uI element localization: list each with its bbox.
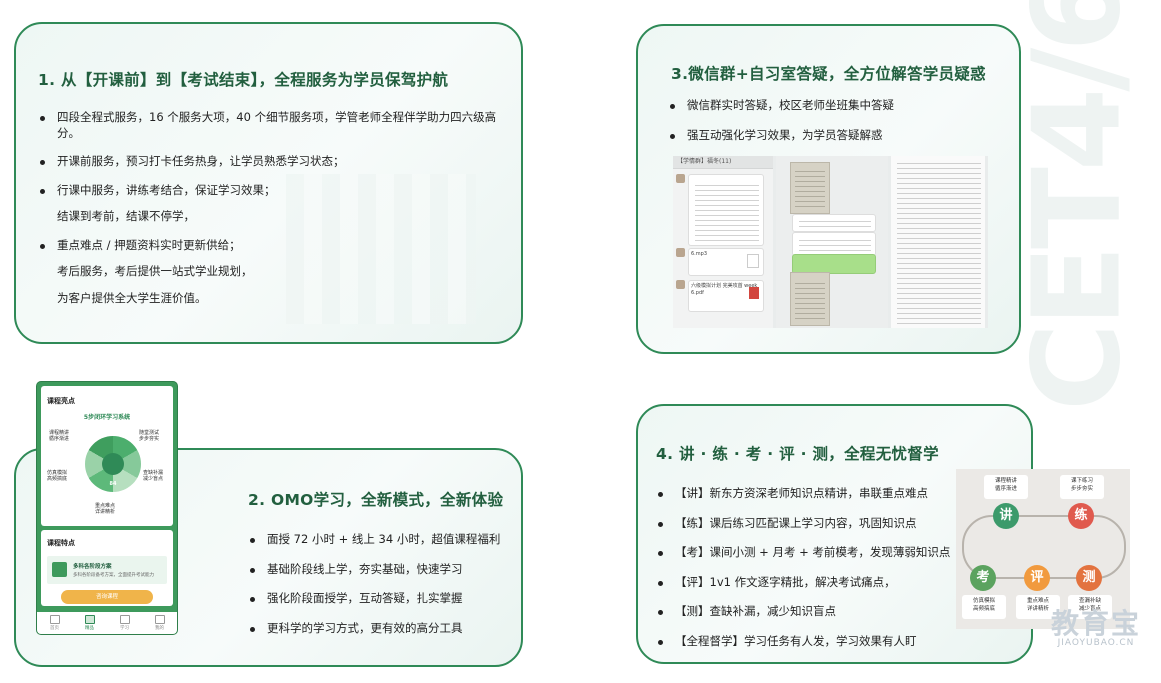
section-title: 课程特点: [47, 539, 75, 547]
list-item: 【讲】新东方资深老师知识点精讲，串联重点难点: [656, 486, 950, 502]
cycle-label: 课程精讲 循序渐进: [49, 430, 70, 443]
study-cycle-diagram: 课程精讲 循序渐进 课下练习 步步夯实 讲 练 考 评 测 仿真模拟 高频搞底 …: [956, 469, 1130, 629]
kao-node: 考: [970, 565, 996, 591]
list-item: 为客户提供全大学生涯价值。: [57, 290, 207, 305]
chat-screenshot-1: 【学情群】福冬(11) 6.mp3 六级模拟计划 完美攻首 week 6.pdf: [673, 156, 773, 328]
homework-photo: [790, 272, 830, 326]
avatar: [676, 248, 685, 257]
file-message: 六级模拟计划 完美攻首 week 6.pdf: [688, 280, 764, 312]
course-highlights-panel: 课程亮点 5步闭环学习系统 84 课程精讲 循序渐进 随堂测试 步步夯实 仿真模…: [41, 386, 173, 526]
list-item: 【考】课间小测 + 月考 + 考前模考，发现薄弱知识点: [656, 545, 950, 561]
list-item: 行课中服务，讲练考结合，保证学习效果；: [38, 183, 508, 199]
chat-message: [792, 214, 876, 232]
consult-button[interactable]: 咨询课程: [61, 590, 153, 604]
tab-label: 我的: [155, 626, 164, 631]
pdf-file-icon: [749, 287, 759, 299]
tab-bar: 首页 精品 学习 我的: [37, 612, 177, 634]
avatar: [676, 280, 685, 289]
chat-screenshot-2: [776, 156, 888, 328]
tab-label: 学习: [120, 626, 129, 631]
list-item: 面授 72 小时 + 线上 34 小时，超值课程福利: [248, 532, 500, 548]
avatar: [676, 174, 685, 183]
section-title: 课程亮点: [47, 397, 75, 405]
ping-node: 评: [1024, 565, 1050, 591]
cycle-label: 重点难点 详讲精析: [95, 503, 116, 516]
chat-screenshot-3: [891, 156, 985, 328]
cycle-label: 查缺补漏 减少盲点: [143, 470, 164, 483]
list-item: 微信群实时答疑，校区老师坐班集中答疑: [668, 98, 894, 114]
file-message: 6.mp3: [688, 248, 764, 276]
book-icon: [119, 615, 130, 624]
chat-message: [688, 174, 764, 246]
wechat-qa-title: 3.微信群+自习室答疑，全方位解答学员疑惑: [671, 65, 986, 83]
chat-group-name: 【学情群】福冬(11): [673, 156, 773, 169]
tab-featured[interactable]: 精品: [84, 615, 95, 631]
ce-node: 测: [1076, 565, 1102, 591]
cycle-label: 仿真模拟 高频搞底: [47, 470, 68, 483]
wechat-qa-list: 微信群实时答疑，校区老师坐班集中答疑 强互动强化学习效果，为学员答疑解惑: [668, 98, 894, 157]
file-name: 六级模拟计划 完美攻首 week 6.pdf: [691, 283, 758, 296]
logo-domain: JIAOYUBAO.CN: [1057, 638, 1135, 648]
cycle-box: 课下练习 步步夯实: [1060, 475, 1104, 499]
list-item: 开课前服务，预习打卡任务热身，让学员熟悉学习状态；: [38, 154, 508, 170]
donut-center-value: 84: [109, 481, 117, 487]
list-item: 强互动强化学习效果，为学员答疑解惑: [668, 128, 894, 144]
chart-icon: [52, 562, 67, 577]
omo-list: 面授 72 小时 + 线上 34 小时，超值课程福利 基础阶段线上学，夯实基础，…: [248, 532, 500, 650]
supervision-card-title: 4. 讲 · 练 · 考 · 评 · 测，全程无忧督学: [656, 445, 939, 463]
lian-node: 练: [1068, 503, 1094, 529]
user-icon: [154, 615, 165, 624]
cycle-label: 随堂测试 步步夯实: [139, 430, 160, 443]
star-icon: [84, 615, 95, 624]
list-item: 基础阶段线上学，夯实基础，快速学习: [248, 562, 500, 578]
supervision-list: 【讲】新东方资深老师知识点精讲，串联重点难点 【练】课后练习匹配课上学习内容，巩…: [656, 486, 950, 662]
list-item: 【练】课后练习匹配课上学习内容，巩固知识点: [656, 516, 950, 532]
plan-card[interactable]: 多科各阶段方案 多科各阶段备考方案，全面提升考试能力: [47, 556, 167, 584]
omo-card-title: 2. OMO学习，全新模式，全新体验: [248, 491, 504, 509]
chat-message: [792, 254, 876, 274]
list-item: 强化阶段面授学，互动答疑，扎实掌握: [248, 591, 500, 607]
service-list: 四段全程式服务，16 个服务大项，40 个细节服务项，学管老师全程伴学助力四六级…: [38, 110, 508, 319]
cycle-box: 仿真模拟 高频搞底: [962, 595, 1006, 619]
site-logo: 教育宝 JIAOYUBAO.CN: [1050, 607, 1141, 649]
list-item: 四段全程式服务，16 个服务大项，40 个细节服务项，学管老师全程伴学助力四六级…: [38, 110, 508, 141]
tab-label: 精品: [85, 626, 94, 631]
plan-subtitle: 多科各阶段备考方案，全面提升考试能力: [73, 573, 154, 578]
list-item: 【评】1v1 作文逐字精批，解决考试痛点，: [656, 575, 950, 591]
list-item: 考后服务，考后提供一站式学业规划，: [57, 264, 253, 279]
tab-home[interactable]: 首页: [49, 615, 60, 631]
chat-screenshots: 【学情群】福冬(11) 6.mp3 六级模拟计划 完美攻首 week 6.pdf: [673, 156, 988, 328]
service-card: 1. 从【开课前】到【考试结束】，全程服务为学员保驾护航 四段全程式服务，16 …: [14, 22, 523, 344]
list-item: 结课到考前，结课不停学，: [57, 209, 195, 224]
message-text-lines: [695, 181, 759, 241]
plan-title: 多科各阶段方案: [73, 564, 112, 570]
home-icon: [49, 615, 60, 624]
cycle-box: 课程精讲 循序渐进: [984, 475, 1028, 499]
list-item: 【全程督学】学习任务有人发，学习效果有人盯: [656, 634, 950, 650]
message-text-lines: [799, 239, 871, 251]
file-name: 6.mp3: [691, 251, 707, 257]
phone-mockup: 课程亮点 5步闭环学习系统 84 课程精讲 循序渐进 随堂测试 步步夯实 仿真模…: [37, 382, 177, 634]
list-item: 【测】查缺补漏，减少知识盲点: [656, 604, 950, 620]
cet-watermark: CET4/6: [1008, 0, 1148, 412]
service-card-title: 1. 从【开课前】到【考试结束】，全程服务为学员保驾护航: [38, 71, 449, 89]
chat-message: [792, 232, 876, 256]
audio-file-icon: [747, 254, 759, 268]
homework-photo: [790, 162, 830, 214]
message-text-lines: [799, 221, 871, 227]
schedule-text: [897, 162, 981, 324]
logo-text: 教育宝: [1050, 607, 1141, 640]
cycle-title: 5步闭环学习系统: [83, 414, 131, 421]
list-item: 更科学的学习方式，更有效的高分工具: [248, 621, 500, 637]
tab-label: 首页: [50, 626, 59, 631]
tab-study[interactable]: 学习: [119, 615, 130, 631]
list-item: 重点难点 / 押题资料实时更新供给；: [38, 238, 508, 254]
tab-me[interactable]: 我的: [154, 615, 165, 631]
wechat-qa-card: 3.微信群+自习室答疑，全方位解答学员疑惑 微信群实时答疑，校区老师坐班集中答疑…: [636, 24, 1021, 354]
jiang-node: 讲: [993, 503, 1019, 529]
